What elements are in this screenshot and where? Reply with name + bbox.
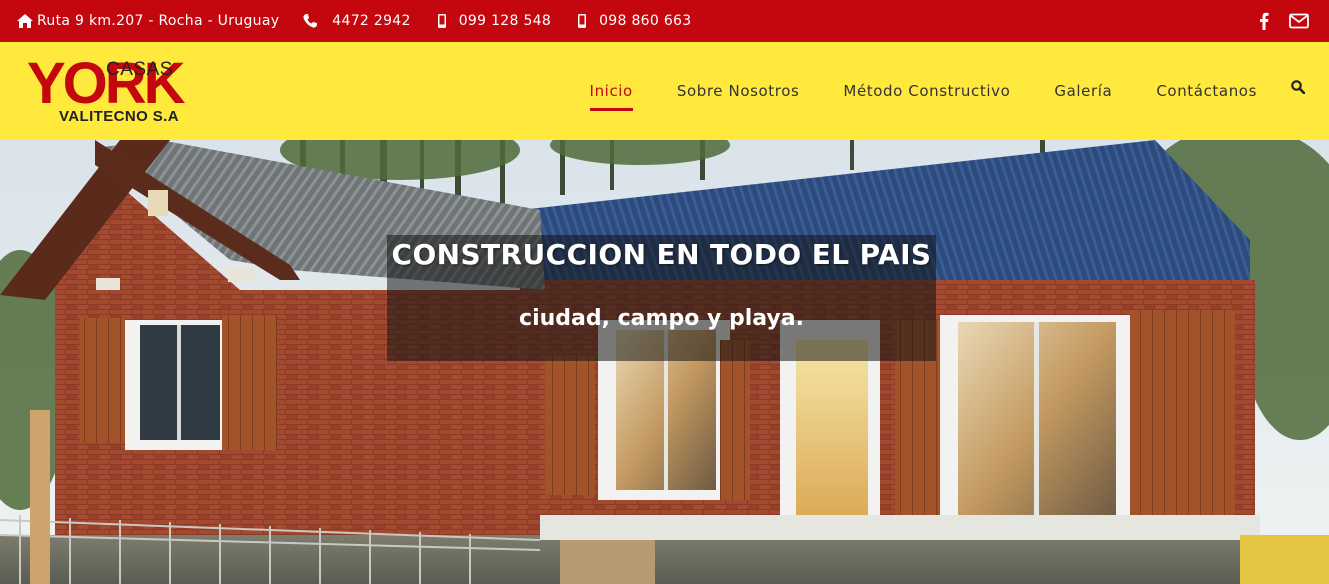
social-links xyxy=(1239,0,1309,42)
logo-casas: CASAS xyxy=(106,59,173,80)
nav-item-inicio[interactable]: Inicio xyxy=(589,76,634,111)
site-header: YORK CASAS VALITECNO S.A Inicio Sobre No… xyxy=(0,42,1329,140)
mobile-item-2[interactable]: 098 860 663 xyxy=(575,13,691,29)
search-icon[interactable] xyxy=(1291,79,1306,98)
nav-item-contactanos[interactable]: Contáctanos xyxy=(1156,76,1257,106)
phone-icon xyxy=(303,14,318,28)
mobile-number-2[interactable]: 098 860 663 xyxy=(599,13,691,29)
mobile-item-1[interactable]: 099 128 548 xyxy=(435,13,551,29)
home-icon xyxy=(17,14,33,28)
phone-number[interactable]: 4472 2942 xyxy=(332,13,410,29)
main-nav: Inicio Sobre Nosotros Método Constructiv… xyxy=(546,42,1257,140)
nav-item-sobre-nosotros[interactable]: Sobre Nosotros xyxy=(677,76,800,106)
mobile-number-1[interactable]: 099 128 548 xyxy=(459,13,551,29)
nav-item-metodo-constructivo[interactable]: Método Constructivo xyxy=(843,76,1010,106)
phone-item[interactable]: 4472 2942 xyxy=(303,13,410,29)
top-bar: Ruta 9 km.207 - Rocha - Uruguay 4472 294… xyxy=(0,0,1329,42)
hero-slider: CONSTRUCCION EN TODO EL PAIS ciudad, cam… xyxy=(0,140,1329,584)
address-item: Ruta 9 km.207 - Rocha - Uruguay xyxy=(17,13,279,29)
logo-company: VALITECNO S.A xyxy=(59,108,179,125)
nav-item-galeria[interactable]: Galería xyxy=(1054,76,1112,106)
hero-headline: CONSTRUCCION EN TODO EL PAIS xyxy=(391,238,932,271)
hero-subheadline: ciudad, campo y playa. xyxy=(519,306,804,331)
contact-info: Ruta 9 km.207 - Rocha - Uruguay 4472 294… xyxy=(17,0,715,42)
mobile-icon xyxy=(437,14,446,28)
address-text: Ruta 9 km.207 - Rocha - Uruguay xyxy=(37,13,280,29)
mobile-icon xyxy=(578,14,587,28)
facebook-icon[interactable] xyxy=(1259,12,1269,30)
envelope-icon[interactable] xyxy=(1289,13,1309,29)
logo[interactable]: YORK CASAS VALITECNO S.A xyxy=(27,55,227,128)
hero-image xyxy=(0,140,1329,584)
